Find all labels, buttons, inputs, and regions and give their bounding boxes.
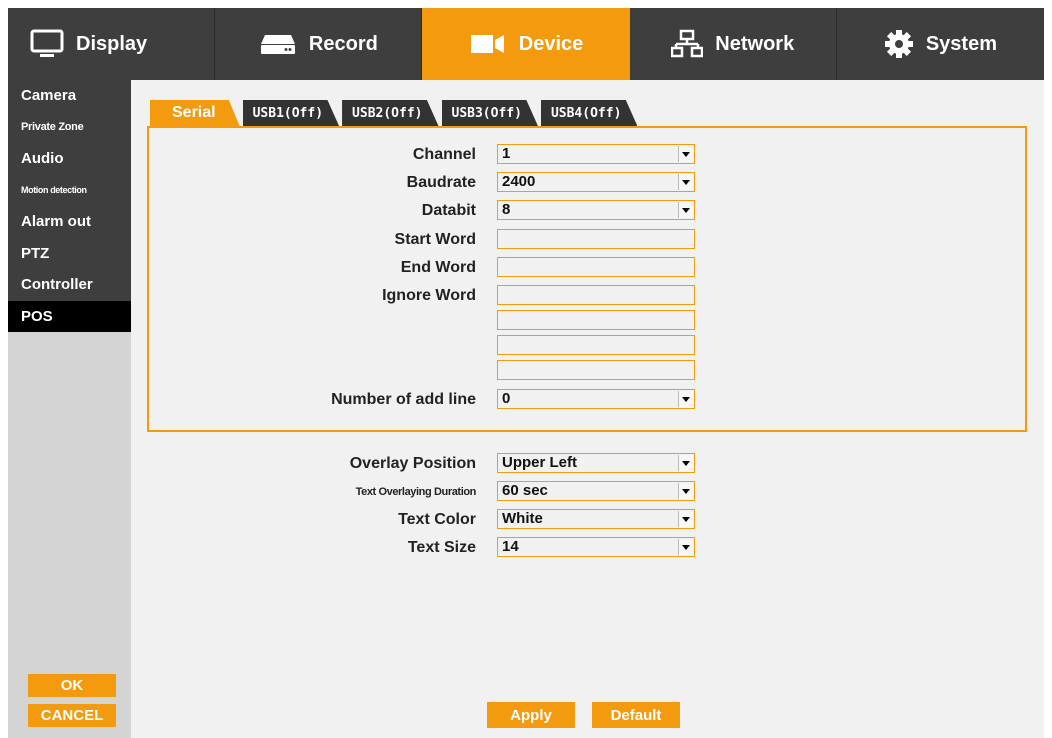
tab-label: Record (308, 32, 378, 55)
databit-label: Databit (421, 202, 476, 219)
tab-network[interactable]: Network (630, 8, 837, 80)
ignore-word-label: Ignore Word (382, 287, 476, 304)
ok-button[interactable]: OK (28, 674, 116, 697)
app-window: Display Record Device Network System Cam… (8, 8, 1044, 738)
ignore-word-input-2[interactable] (497, 310, 695, 330)
tab-record[interactable]: Record (215, 8, 423, 80)
text-size-value: 14 (502, 538, 519, 555)
tab-display[interactable]: Display (8, 8, 216, 80)
ignore-word-input-3[interactable] (497, 335, 695, 355)
chevron-down-icon (678, 455, 693, 471)
baudrate-select[interactable]: 2400 (497, 172, 695, 192)
end-word-label: End Word (400, 259, 476, 276)
channel-value: 1 (502, 145, 511, 162)
baudrate-value: 2400 (502, 173, 536, 190)
overlay-position-label: Overlay Position (349, 455, 476, 472)
port-tabs: Serial USB1(Off) USB2(Off) USB3(Off) USB… (150, 100, 640, 127)
text-size-label: Text Size (407, 539, 476, 556)
text-color-value: White (502, 510, 543, 527)
end-word-input[interactable] (497, 257, 695, 277)
chevron-down-icon (678, 146, 693, 162)
sidebar-item-camera[interactable]: Camera (8, 80, 131, 112)
databit-select[interactable]: 8 (497, 200, 695, 220)
ignore-word-row-3 (8, 335, 1044, 357)
text-color-row: Text Color White (8, 509, 1044, 531)
chevron-down-icon (678, 174, 693, 190)
ignore-word-row-4 (8, 360, 1044, 382)
text-size-select[interactable]: 14 (497, 537, 695, 557)
tab-usb2[interactable]: USB2(Off) (342, 100, 439, 126)
tab-usb4[interactable]: USB4(Off) (540, 100, 638, 126)
chevron-down-icon (678, 391, 693, 407)
ignore-word-input-1[interactable] (497, 285, 695, 305)
start-word-input[interactable] (497, 229, 695, 249)
tab-label: Network (715, 32, 795, 55)
channel-label: Channel (412, 146, 476, 163)
overlay-duration-select[interactable]: 60 sec (497, 481, 695, 501)
overlay-duration-value: 60 sec (502, 482, 548, 499)
monitor-icon (30, 29, 64, 59)
add-line-label: Number of add line (331, 391, 476, 408)
overlay-position-row: Overlay Position Upper Left (8, 453, 1044, 475)
recorder-icon (259, 32, 297, 56)
text-color-select[interactable]: White (497, 509, 695, 529)
channel-row: Channel 1 (8, 144, 1044, 166)
add-line-row: Number of add line 0 (8, 389, 1044, 411)
ignore-word-row-2 (8, 310, 1044, 332)
channel-select[interactable]: 1 (497, 144, 695, 164)
ignore-word-input-4[interactable] (497, 360, 695, 380)
text-color-label: Text Color (398, 511, 476, 528)
overlay-position-select[interactable]: Upper Left (497, 453, 695, 473)
default-button[interactable]: Default (592, 702, 680, 728)
text-size-row: Text Size 14 (8, 537, 1044, 559)
databit-row: Databit 8 (8, 200, 1044, 222)
tab-label: Display (76, 32, 148, 55)
chevron-down-icon (678, 539, 693, 555)
end-word-row: End Word (8, 257, 1044, 279)
baudrate-row: Baudrate 2400 (8, 172, 1044, 194)
add-line-value: 0 (502, 390, 511, 407)
gear-icon (884, 29, 914, 59)
baudrate-label: Baudrate (406, 174, 476, 191)
ignore-word-row: Ignore Word (8, 285, 1044, 307)
overlay-duration-row: Text Overlaying Duration 60 sec (8, 481, 1044, 503)
chevron-down-icon (678, 483, 693, 499)
overlay-duration-label: Text Overlaying Duration (355, 486, 477, 498)
apply-button[interactable]: Apply (487, 702, 575, 728)
tab-usb3[interactable]: USB3(Off) (441, 100, 538, 126)
chevron-down-icon (678, 511, 693, 527)
start-word-label: Start Word (394, 231, 476, 248)
chevron-down-icon (678, 202, 693, 218)
overlay-position-value: Upper Left (502, 454, 577, 471)
start-word-row: Start Word (8, 229, 1044, 251)
add-line-select[interactable]: 0 (497, 389, 695, 409)
top-nav: Display Record Device Network System (8, 8, 1044, 80)
tab-label: Device (518, 32, 584, 55)
camera-icon (469, 32, 507, 56)
cancel-button[interactable]: CANCEL (28, 704, 116, 727)
databit-value: 8 (502, 201, 511, 218)
sidebar-item-private-zone[interactable]: Private Zone (8, 112, 131, 144)
tab-serial[interactable]: Serial (150, 100, 240, 126)
network-icon (671, 29, 704, 59)
tab-label: System (925, 32, 997, 55)
tab-system[interactable]: System (837, 8, 1044, 80)
tab-usb1[interactable]: USB1(Off) (242, 100, 340, 126)
tab-device[interactable]: Device (422, 8, 630, 80)
